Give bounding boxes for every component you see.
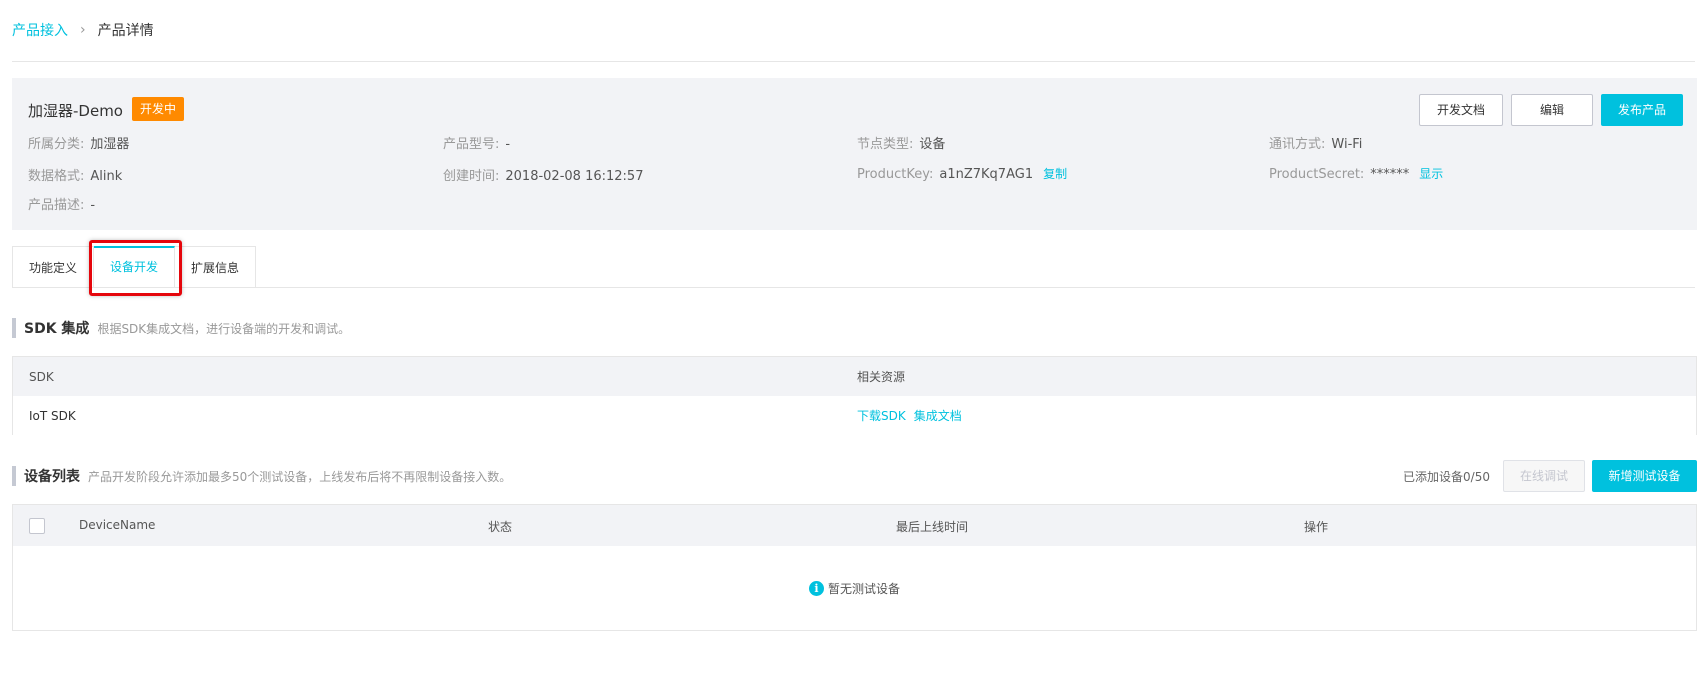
add-test-device-button[interactable]: 新增测试设备 [1592,460,1697,492]
product-info-card: 加湿器-Demo 开发中 开发文档 编辑 发布产品 所属分类: 加湿器 产品型号:… [12,78,1697,230]
meta-value: - [90,198,96,213]
meta-value: 2018-02-08 16:12:57 [505,169,644,184]
meta-value: Alink [90,169,123,184]
table-row: IoT SDK 下载SDK 集成文档 [13,396,1696,435]
section-title: SDK 集成 [24,321,90,337]
tab-extended-info[interactable]: 扩展信息 [175,246,257,288]
divider [12,61,1695,62]
section-description: 根据SDK集成文档，进行设备端的开发和调试。 [97,321,351,336]
meta-value: 加湿器 [90,137,130,152]
empty-state: i 暂无测试设备 [13,546,1696,630]
meta-product-secret: ProductSecret: ****** 显示 [1269,165,1443,182]
table-header: DeviceName 状态 最后上线时间 操作 [13,505,1696,546]
sdk-table: SDK 相关资源 IoT SDK 下载SDK 集成文档 [12,356,1697,435]
integration-doc-link[interactable]: 集成文档 [914,409,962,423]
sdk-section-header: SDK 集成 根据SDK集成文档，进行设备端的开发和调试。 [12,318,350,338]
empty-message: 暂无测试设备 [827,581,900,596]
online-debug-button[interactable]: 在线调试 [1503,460,1585,492]
breadcrumb: 产品接入 › 产品详情 [12,20,154,40]
meta-label: 通讯方式: [1269,137,1326,152]
meta-created: 创建时间: 2018-02-08 16:12:57 [443,165,643,184]
column-header-last-online: 最后上线时间 [896,520,969,534]
meta-description: 产品描述: - [28,194,95,213]
product-actions: 开发文档 编辑 发布产品 [1419,94,1683,126]
tab-device-development[interactable]: 设备开发 [94,246,176,288]
edit-button[interactable]: 编辑 [1511,94,1593,126]
meta-label: 数据格式: [28,169,85,184]
breadcrumb-current: 产品详情 [97,23,154,39]
table-header: SDK 相关资源 [13,357,1696,396]
column-header-sdk: SDK [29,369,54,384]
meta-category: 所属分类: 加湿器 [28,133,129,152]
device-count: 已添加设备0/50 [1403,470,1490,484]
meta-value: ****** [1370,167,1410,182]
meta-comm: 通讯方式: Wi-Fi [1269,133,1362,152]
status-badge: 开发中 [132,97,185,121]
resource-links: 下载SDK 集成文档 [857,407,1696,424]
meta-label: 产品型号: [443,137,500,152]
meta-label: 所属分类: [28,137,85,152]
download-sdk-link[interactable]: 下载SDK [857,409,906,423]
meta-format: 数据格式: Alink [28,165,122,184]
tab-feature-definition[interactable]: 功能定义 [12,246,95,288]
meta-value: a1nZ7Kq7AG1 [939,167,1034,182]
meta-label: ProductKey: [857,167,934,182]
meta-label: 产品描述: [28,198,85,213]
tabs-divider [254,287,1695,288]
copy-link[interactable]: 复制 [1043,167,1067,181]
tab-bar: 功能定义 设备开发 扩展信息 [12,246,257,288]
meta-value: - [505,137,511,152]
meta-label: 创建时间: [443,169,500,184]
chevron-right-icon: › [80,22,86,38]
meta-product-key: ProductKey: a1nZ7Kq7AG1 复制 [857,165,1067,182]
sdk-name: IoT SDK [29,408,76,423]
select-all-checkbox[interactable] [29,518,45,534]
show-secret-link[interactable]: 显示 [1419,167,1443,181]
meta-model: 产品型号: - [443,133,510,152]
device-section-header: 设备列表 产品开发阶段允许添加最多50个测试设备，上线发布后将不再限制设备接入数… [12,466,511,486]
meta-value: Wi-Fi [1331,137,1363,152]
meta-value: 设备 [919,137,946,152]
section-description: 产品开发阶段允许添加最多50个测试设备，上线发布后将不再限制设备接入数。 [88,469,512,484]
breadcrumb-product-access[interactable]: 产品接入 [12,20,68,40]
column-header-resources: 相关资源 [857,370,906,384]
meta-node-type: 节点类型: 设备 [857,133,945,152]
product-name: 加湿器-Demo [28,102,123,120]
info-icon: i [808,580,824,596]
dev-docs-button[interactable]: 开发文档 [1419,94,1503,126]
publish-button[interactable]: 发布产品 [1601,94,1683,126]
device-table: DeviceName 状态 最后上线时间 操作 i 暂无测试设备 [12,504,1697,631]
section-title: 设备列表 [24,469,80,485]
column-header-actions: 操作 [1304,520,1329,534]
column-header-devicename[interactable]: DeviceName [79,518,155,532]
column-header-status: 状态 [488,520,513,534]
meta-label: 节点类型: [857,137,914,152]
meta-label: ProductSecret: [1269,167,1365,182]
